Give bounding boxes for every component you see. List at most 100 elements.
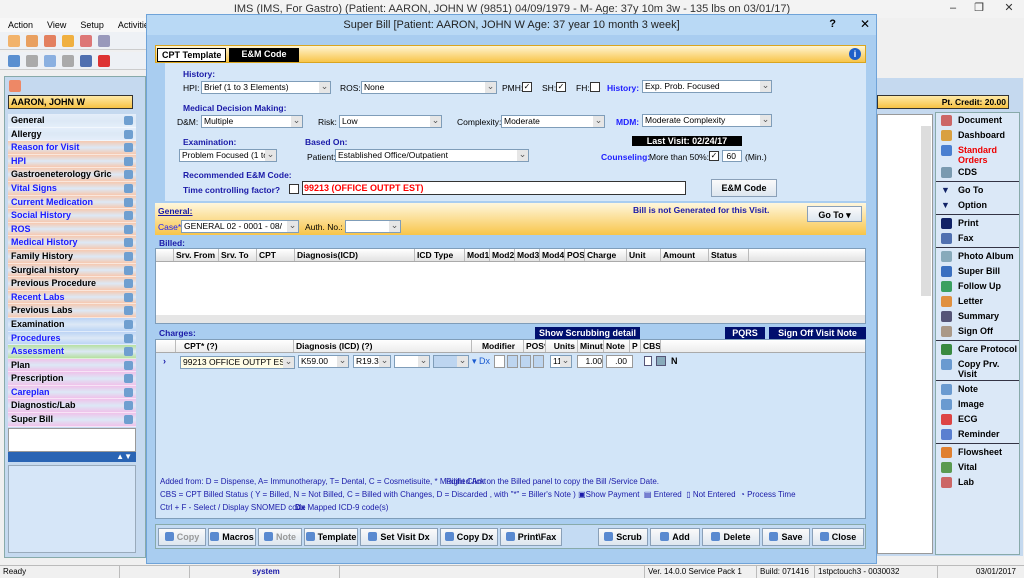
complexity-select[interactable]: Moderate: [501, 115, 605, 128]
template-icon[interactable]: [124, 183, 133, 193]
patient-type-select[interactable]: Established Office/Outpatient: [335, 149, 529, 162]
counseling-checkbox[interactable]: ✓: [709, 151, 719, 161]
folder-icon[interactable]: [62, 34, 74, 47]
history-select[interactable]: Exp. Prob. Focused: [642, 80, 772, 93]
nav-item-family-history[interactable]: Family History: [8, 249, 136, 264]
template-button[interactable]: Template: [304, 528, 358, 546]
counseling-minutes-stepper[interactable]: 60: [722, 150, 742, 162]
user-edit-icon[interactable]: [26, 34, 38, 47]
template-icon[interactable]: [124, 319, 133, 329]
print-fax-button[interactable]: Print\Fax: [500, 528, 562, 546]
nav-item-recent-labs[interactable]: Recent Labs: [8, 290, 136, 305]
action-dashboard[interactable]: Dashboard: [936, 128, 1019, 143]
pmh-checkbox[interactable]: ✓: [522, 82, 532, 92]
template-icon[interactable]: [124, 333, 133, 343]
action-print[interactable]: Print: [936, 216, 1019, 231]
scrollbar[interactable]: [921, 126, 931, 296]
menu-action[interactable]: Action: [8, 18, 33, 32]
scrub-button[interactable]: Scrub: [598, 528, 648, 546]
payment-icon[interactable]: [656, 356, 666, 366]
dx2-select[interactable]: R19.36: [353, 355, 391, 368]
show-scrubbing-detail-button[interactable]: Show Scrubbing detail: [535, 327, 640, 339]
action-summary[interactable]: Summary: [936, 309, 1019, 324]
action-fax[interactable]: Fax: [936, 231, 1019, 246]
action-copy-prv-visit[interactable]: Copy Prv. Visit: [936, 357, 1019, 379]
nav-item-examination[interactable]: Examination: [8, 317, 136, 332]
nav-item-surgical-history[interactable]: Surgical history: [8, 263, 136, 278]
print-icon[interactable]: [80, 54, 92, 67]
action-cds[interactable]: CDS: [936, 165, 1019, 180]
copy-button[interactable]: Copy: [158, 528, 206, 546]
em-code-button[interactable]: E&M Code: [711, 179, 777, 197]
patient-icon[interactable]: [8, 34, 20, 47]
action-document[interactable]: Document: [936, 113, 1019, 128]
tab-cpt-template[interactable]: CPT Template: [157, 48, 227, 62]
notes-icon[interactable]: [44, 54, 56, 67]
auth-select[interactable]: [345, 220, 401, 233]
dx3-select[interactable]: [394, 355, 430, 368]
action-note[interactable]: Note: [936, 382, 1019, 397]
action-care-protocol[interactable]: Care Protocol: [936, 342, 1019, 357]
template-icon[interactable]: [124, 224, 133, 234]
template-icon[interactable]: [124, 306, 133, 316]
action-standard-orders[interactable]: Standard Orders: [936, 143, 1019, 165]
template-icon[interactable]: [124, 129, 133, 139]
action-ecg[interactable]: ECG: [936, 412, 1019, 427]
help-button[interactable]: ?: [829, 18, 836, 30]
action-letter[interactable]: Letter: [936, 294, 1019, 309]
goto-button[interactable]: Go To ▾: [807, 206, 862, 222]
close-button[interactable]: Close: [812, 528, 864, 546]
info-icon[interactable]: i: [849, 48, 861, 60]
close-app-button[interactable]: ✕: [994, 0, 1024, 16]
nav-item-ros[interactable]: ROS: [8, 222, 136, 237]
nav-item-medical-history[interactable]: Medical History: [8, 236, 136, 250]
macros-button[interactable]: Macros: [208, 528, 256, 546]
cpt-select[interactable]: 99213 OFFICE OUTPT EST: [180, 356, 295, 369]
dm-select[interactable]: Multiple: [201, 115, 303, 128]
template-icon[interactable]: [124, 292, 133, 302]
open-icon[interactable]: [8, 54, 20, 67]
time-controlling-checkbox[interactable]: [289, 184, 299, 194]
hpi-select[interactable]: Brief (1 to 3 Elements): [201, 81, 331, 94]
ros-select[interactable]: None: [361, 81, 497, 94]
nav-item-procedures[interactable]: Procedures: [8, 331, 136, 346]
template-icon[interactable]: [124, 170, 133, 180]
note-button[interactable]: Note: [258, 528, 302, 546]
nav-item-prescription[interactable]: Prescription: [8, 372, 136, 386]
nav-item-reason-for-visit[interactable]: Reason for Visit: [8, 141, 136, 155]
heart-icon[interactable]: [98, 54, 110, 67]
template-icon[interactable]: [124, 116, 133, 125]
user-check-icon[interactable]: [44, 34, 56, 47]
template-icon[interactable]: [124, 251, 133, 261]
template-icon[interactable]: [124, 374, 133, 384]
nav-item-diagnostic-lab[interactable]: Diagnostic/Lab: [8, 399, 136, 414]
dx4-select[interactable]: [433, 355, 469, 368]
template-icon[interactable]: [124, 197, 133, 207]
template-icon[interactable]: [124, 211, 133, 221]
nav-item-gastroeneterology-gric[interactable]: Gastroeneterology Gric: [8, 168, 136, 182]
action-photo-album[interactable]: Photo Album: [936, 249, 1019, 264]
dx-mapping-icon[interactable]: ▾ Dx: [472, 356, 490, 367]
template-icon[interactable]: [124, 156, 133, 166]
delete-button[interactable]: Delete: [702, 528, 760, 546]
action-reminder[interactable]: Reminder: [936, 427, 1019, 442]
add-icon[interactable]: [26, 54, 38, 67]
action-sign-off[interactable]: Sign Off: [936, 324, 1019, 339]
copy-dx-button[interactable]: Copy Dx: [440, 528, 498, 546]
template-icon[interactable]: [124, 238, 133, 248]
report-icon[interactable]: [98, 34, 110, 47]
charge-row[interactable]: › 99213 OFFICE OUTPT EST K59.00 R19.36 ▾…: [156, 354, 865, 370]
nav-item-hpi[interactable]: HPI: [8, 154, 136, 169]
template-icon[interactable]: [124, 415, 133, 425]
modifier-2[interactable]: [507, 355, 518, 368]
sh-checkbox[interactable]: ✓: [556, 82, 566, 92]
template-icon[interactable]: [124, 387, 133, 397]
action-go-to[interactable]: ▼ Go To: [936, 183, 1019, 198]
template-icon[interactable]: [124, 347, 133, 357]
billed-hscrollbar[interactable]: [156, 315, 865, 323]
examination-select[interactable]: Problem Focused (1 to 5 Elemen: [179, 149, 277, 162]
sign-off-visit-note-button[interactable]: Sign Off Visit Note: [769, 327, 866, 339]
recommended-code-field[interactable]: 99213 (OFFICE OUTPT EST): [302, 181, 686, 195]
nav-item-previous-procedure[interactable]: Previous Procedure: [8, 277, 136, 291]
nav-item-vital-signs[interactable]: Vital Signs: [8, 181, 136, 196]
